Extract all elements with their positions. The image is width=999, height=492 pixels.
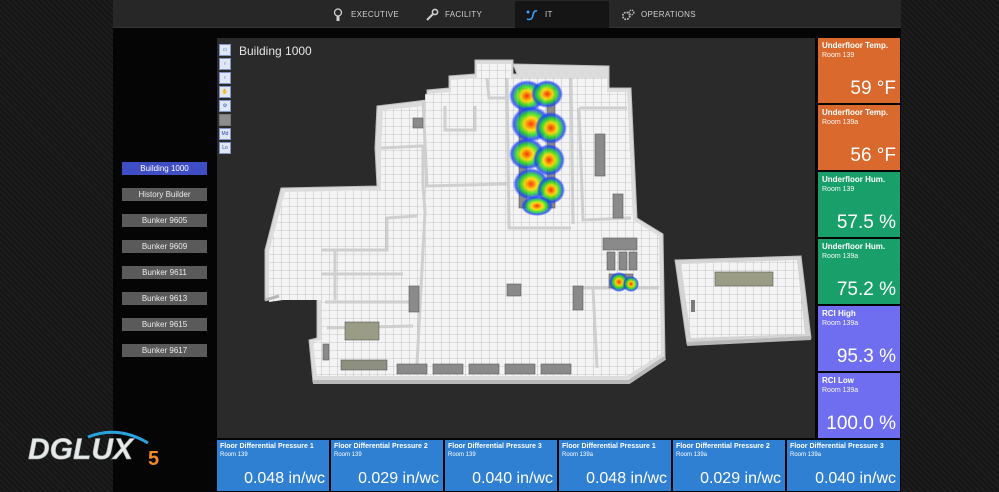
sensor-room: Room 139a — [822, 253, 859, 260]
settings-button[interactable]: ⚙ — [219, 100, 231, 112]
pressure-title: Floor Differential Pressure 1 — [562, 443, 656, 450]
sensor-title: Underfloor Temp. — [822, 108, 889, 117]
sidebar-item-bunker-9617[interactable]: Bunker 9617 — [122, 344, 207, 357]
pressure-value: 0.040 in/wc — [472, 470, 553, 487]
building-sidebar: Building 1000 History Builder Bunker 960… — [122, 162, 207, 370]
pressure-value: 0.029 in/wc — [358, 470, 439, 487]
pressure-title: Floor Differential Pressure 3 — [790, 443, 884, 450]
pan-button[interactable]: ✋ — [219, 86, 231, 98]
pin-icon: ♀ — [223, 75, 227, 81]
pressure-card-2-139[interactable]: Floor Differential Pressure 2 Room 139 0… — [331, 440, 443, 491]
sidebar-item-bunker-9609[interactable]: Bunker 9609 — [122, 240, 207, 253]
pressure-room: Room 139 — [334, 452, 362, 458]
sensor-room: Room 139a — [822, 320, 859, 327]
sensor-title: Underfloor Temp. — [822, 41, 889, 50]
blank-tool-button[interactable] — [219, 114, 231, 126]
pressure-title: Floor Differential Pressure 1 — [220, 443, 314, 450]
sensor-room: Room 139 — [822, 186, 855, 193]
sensor-title: RCI High — [822, 309, 856, 318]
pressure-title: Floor Differential Pressure 2 — [334, 443, 428, 450]
sensor-value: 57.5 % — [836, 212, 896, 233]
viewer-title: Building 1000 — [239, 44, 312, 58]
pressure-cards: Floor Differential Pressure 1 Room 139 0… — [217, 440, 901, 492]
pressure-room: Room 139 — [448, 452, 476, 458]
sensor-title: RCI Low — [822, 376, 854, 385]
sensor-card-rci-low[interactable]: RCI Low Room 139a 100.0 % — [818, 373, 900, 438]
sidebar-item-bunker-9611[interactable]: Bunker 9611 — [122, 266, 207, 279]
pressure-card-1-139[interactable]: Floor Differential Pressure 1 Room 139 0… — [217, 440, 329, 491]
pressure-title: Floor Differential Pressure 2 — [676, 443, 770, 450]
network-icon — [525, 8, 539, 22]
pin-icon: ♀ — [223, 61, 227, 67]
sidebar-item-bunker-9605[interactable]: Bunker 9605 — [122, 214, 207, 227]
wrench-icon — [425, 8, 439, 22]
sidebar-item-bunker-9615[interactable]: Bunker 9615 — [122, 318, 207, 331]
pressure-room: Room 139a — [676, 452, 708, 458]
sensor-card-underfloor-temp-139a[interactable]: Underfloor Temp. Room 139a 56 °F — [818, 105, 900, 170]
sensor-card-underfloor-hum-139[interactable]: Underfloor Hum. Room 139 57.5 % — [818, 172, 900, 237]
tab-operations-label: OPERATIONS — [641, 10, 696, 19]
tab-it-label: IT — [545, 10, 553, 19]
dglux-logo: DGLUX 5 — [28, 425, 168, 473]
pressure-value: 0.048 in/wc — [244, 470, 325, 487]
pressure-value: 0.029 in/wc — [700, 470, 781, 487]
save-view-button[interactable]: ▭ — [219, 44, 231, 56]
tab-facility[interactable]: FACILITY — [415, 1, 492, 28]
sensor-cards: Underfloor Temp. Room 139 59 °F Underflo… — [818, 38, 900, 440]
tab-facility-label: FACILITY — [445, 10, 483, 19]
pin-alt-button[interactable]: ♀ — [219, 72, 231, 84]
pressure-room: Room 139a — [790, 452, 822, 458]
sensor-title: Underfloor Hum. — [822, 175, 886, 184]
gear-icon: ⚙ — [222, 103, 228, 109]
sensor-value: 95.3 % — [836, 346, 896, 367]
pressure-card-1-139a[interactable]: Floor Differential Pressure 1 Room 139a … — [559, 440, 671, 491]
floorplan-viewer[interactable]: ▭ ♀ ♀ ✋ ⚙ Md Lo Building 1000 — [217, 38, 815, 438]
quality-lo-button[interactable]: Lo — [219, 142, 231, 154]
pressure-room: Room 139a — [562, 452, 594, 458]
lightbulb-icon — [331, 7, 345, 22]
sensor-value: 75.2 % — [836, 279, 896, 300]
sensor-room: Room 139a — [822, 119, 859, 126]
logo-text: DGLUX — [28, 433, 135, 466]
sidebar-item-bunker-9613[interactable]: Bunker 9613 — [122, 292, 207, 305]
pressure-card-3-139a[interactable]: Floor Differential Pressure 3 Room 139a … — [787, 440, 900, 491]
sensor-card-rci-high[interactable]: RCI High Room 139a 95.3 % — [818, 306, 900, 371]
annex-floor — [674, 255, 812, 346]
logo-version: 5 — [148, 448, 159, 470]
quality-md-button[interactable]: Md — [219, 128, 231, 140]
sensor-title: Underfloor Hum. — [822, 242, 886, 251]
sensor-value: 100.0 % — [826, 413, 896, 434]
tab-executive[interactable]: EXECUTIVE — [321, 1, 409, 28]
floorplan-3d-map[interactable] — [217, 38, 815, 438]
hand-icon: ✋ — [221, 89, 229, 95]
building-floor — [264, 59, 667, 384]
sensor-room: Room 139a — [822, 387, 859, 394]
tab-it[interactable]: IT — [515, 1, 609, 28]
gears-icon — [621, 8, 635, 22]
sensor-card-underfloor-hum-139a[interactable]: Underfloor Hum. Room 139a 75.2 % — [818, 239, 900, 304]
pressure-card-2-139a[interactable]: Floor Differential Pressure 2 Room 139a … — [673, 440, 785, 491]
sensor-value: 56 °F — [850, 145, 896, 166]
tab-operations[interactable]: OPERATIONS — [611, 1, 706, 28]
sensor-room: Room 139 — [822, 52, 855, 59]
save-icon: ▭ — [222, 47, 228, 53]
pressure-room: Room 139 — [220, 452, 248, 458]
sensor-value: 59 °F — [850, 78, 896, 99]
top-navigation: EXECUTIVE FACILITY IT OPERATIONS — [113, 0, 901, 28]
tab-executive-label: EXECUTIVE — [351, 10, 400, 19]
pressure-value: 0.048 in/wc — [586, 470, 667, 487]
pressure-value: 0.040 in/wc — [815, 470, 896, 487]
sidebar-item-history-builder[interactable]: History Builder — [122, 188, 207, 201]
viewer-toolbar: ▭ ♀ ♀ ✋ ⚙ Md Lo — [219, 44, 233, 156]
pressure-card-3-139[interactable]: Floor Differential Pressure 3 Room 139 0… — [445, 440, 557, 491]
sensor-card-underfloor-temp-139[interactable]: Underfloor Temp. Room 139 59 °F — [818, 38, 900, 103]
pin-button[interactable]: ♀ — [219, 58, 231, 70]
pressure-title: Floor Differential Pressure 3 — [448, 443, 542, 450]
sidebar-item-building-1000[interactable]: Building 1000 — [122, 162, 207, 175]
